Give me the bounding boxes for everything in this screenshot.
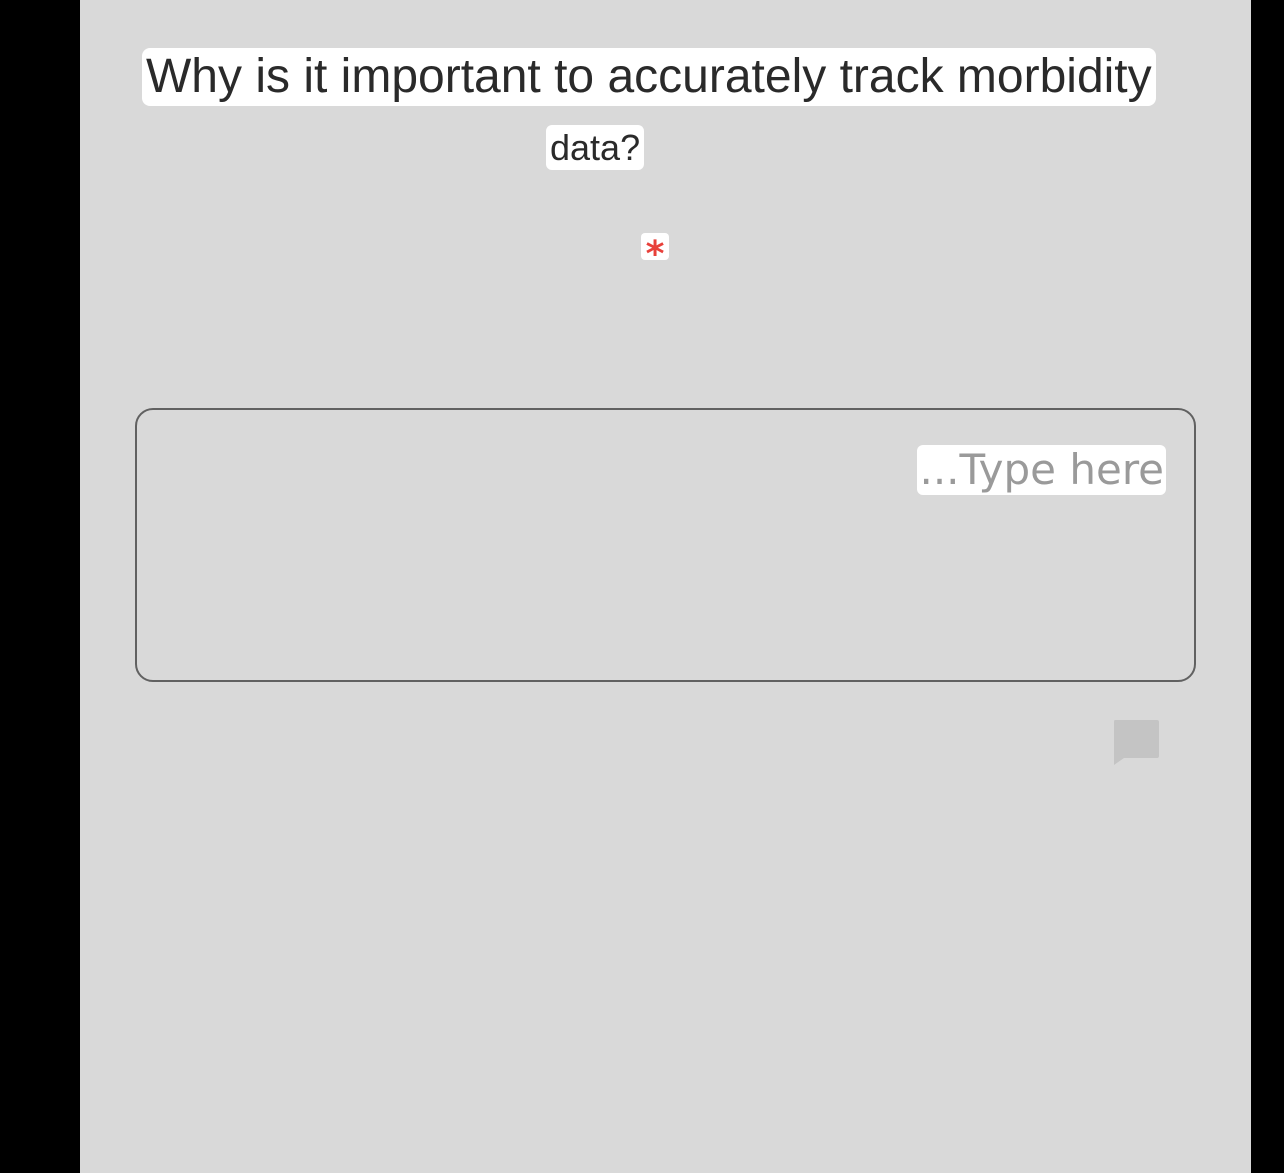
required-asterisk: * xyxy=(641,233,669,260)
answer-textarea[interactable]: ...Type here xyxy=(135,408,1196,682)
question-text: Why is it important to accurately track … xyxy=(142,48,1156,106)
comment-button[interactable] xyxy=(1112,718,1160,766)
answer-placeholder: ...Type here xyxy=(917,445,1166,495)
question-text-continued: data? xyxy=(546,125,645,170)
comment-icon xyxy=(1114,720,1159,765)
